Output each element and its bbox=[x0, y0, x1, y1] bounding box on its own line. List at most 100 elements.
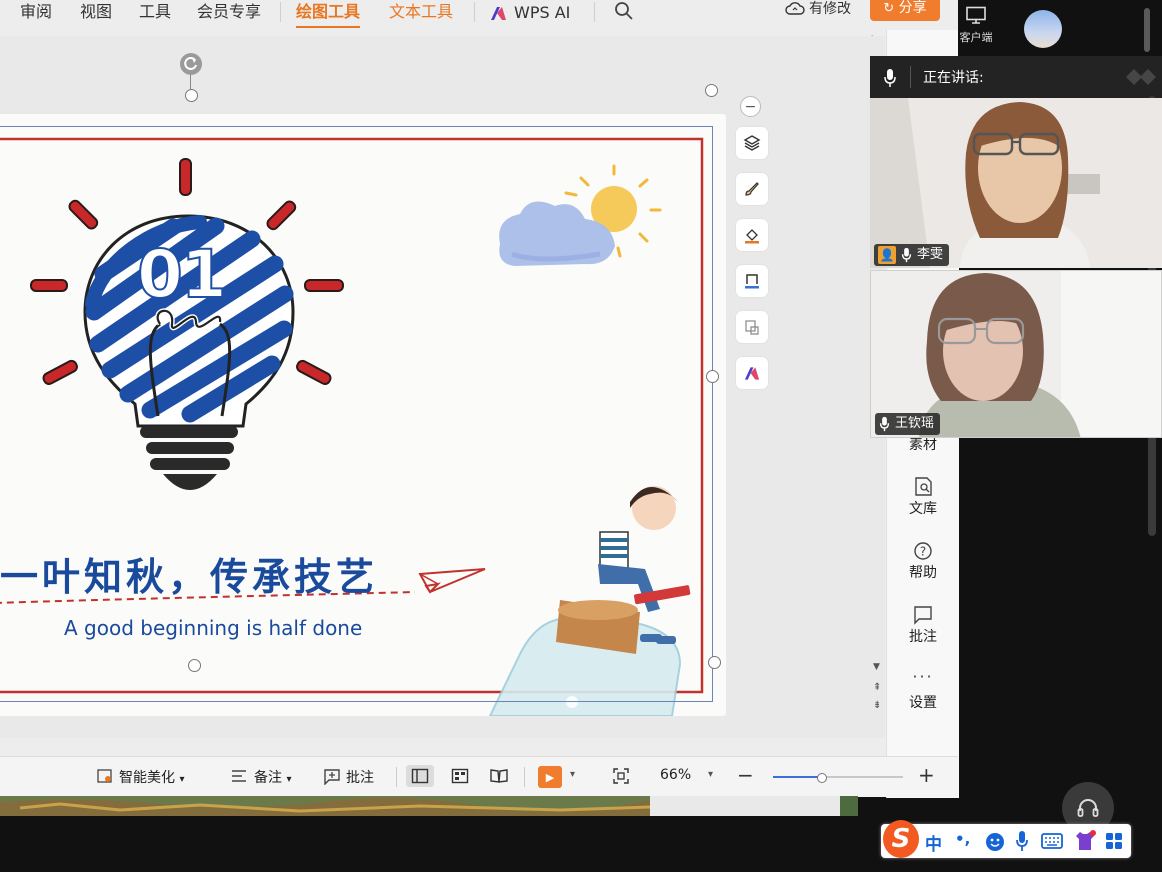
tab-tools[interactable]: 工具 bbox=[139, 0, 171, 26]
ime-toolbar: S 中 •, bbox=[881, 820, 1131, 858]
status-bar: 智能美化 ▾ 备注 ▾ 批注 ▶ ▾ 66% ▾ − + bbox=[0, 756, 958, 797]
microphone-icon bbox=[884, 69, 896, 87]
status-divider bbox=[396, 767, 397, 787]
participant-label: 👤 李雯 bbox=[874, 244, 950, 266]
ribbon-divider bbox=[280, 2, 281, 22]
fit-window-button[interactable] bbox=[610, 765, 632, 787]
reading-view-button[interactable] bbox=[488, 765, 510, 787]
ribbon-divider bbox=[594, 2, 595, 22]
search-icon[interactable] bbox=[614, 1, 634, 21]
book-icon bbox=[490, 769, 508, 783]
resize-handle-bottom-right[interactable] bbox=[708, 656, 721, 669]
notes-icon bbox=[228, 765, 250, 787]
ime-punctuation[interactable]: •, bbox=[955, 830, 970, 848]
pane-item-label: 帮助 bbox=[909, 565, 937, 581]
pane-item-comment[interactable]: 批注 bbox=[887, 604, 959, 646]
client-button[interactable]: 客户端 bbox=[958, 6, 994, 45]
pane-item-label: 设置 bbox=[909, 695, 937, 711]
wps-ai-icon bbox=[744, 366, 760, 380]
participant-name: 李雯 bbox=[917, 247, 944, 262]
tab-review[interactable]: 审阅 bbox=[20, 0, 52, 26]
pane-item-settings[interactable]: ··· 设置 bbox=[887, 669, 959, 712]
participant-tile[interactable]: 王钦瑶 bbox=[870, 270, 1162, 438]
speaking-bar: 正在讲话: bbox=[870, 56, 1162, 98]
wps-ai-icon bbox=[491, 6, 506, 20]
slide-canvas: 01 一叶知秋，传承技艺 A good beginning is half do… bbox=[0, 36, 885, 738]
tab-text-tools[interactable]: 文本工具 bbox=[389, 0, 453, 26]
emoji-icon[interactable] bbox=[985, 832, 1005, 852]
pane-item-label: 素材 bbox=[909, 437, 937, 453]
share-icon: ↻ bbox=[883, 1, 895, 16]
beautify-icon bbox=[94, 765, 116, 787]
skin-shirt-icon[interactable] bbox=[1073, 830, 1097, 852]
scroll-down-icon[interactable]: ▼ bbox=[873, 662, 880, 672]
share-button[interactable]: ↻ 分享 bbox=[870, 0, 940, 21]
chevron-down-icon[interactable]: ▾ bbox=[570, 769, 575, 780]
resize-handle-top[interactable] bbox=[185, 89, 198, 102]
participant-tile[interactable]: 👤 李雯 bbox=[870, 98, 1162, 268]
rotate-handle-icon[interactable] bbox=[179, 52, 203, 76]
host-icon: 👤 bbox=[878, 246, 896, 264]
zoom-level[interactable]: 66% bbox=[660, 767, 691, 783]
resize-handle-bottom[interactable] bbox=[188, 659, 201, 672]
slide-sorter-icon bbox=[451, 768, 469, 784]
keyboard-icon[interactable] bbox=[1041, 833, 1063, 849]
participant-label: 王钦瑶 bbox=[875, 413, 941, 435]
microphone-icon bbox=[901, 247, 912, 263]
tab-drawing-tools[interactable]: 绘图工具 bbox=[296, 0, 361, 28]
avatar[interactable] bbox=[1024, 10, 1062, 48]
tab-view[interactable]: 视图 bbox=[80, 0, 112, 26]
prev-slide-icon[interactable]: ⇞ bbox=[873, 682, 881, 693]
zoom-slider-fill bbox=[773, 776, 821, 778]
wps-ai-button[interactable] bbox=[736, 357, 768, 389]
sogou-logo-icon[interactable]: S bbox=[883, 820, 919, 858]
add-comment-icon bbox=[321, 765, 343, 787]
monitor-icon bbox=[966, 6, 986, 24]
brush-icon bbox=[745, 182, 759, 196]
zoom-slider[interactable] bbox=[773, 773, 903, 783]
zoom-slider-handle[interactable] bbox=[817, 773, 827, 783]
selection-frame bbox=[0, 126, 713, 702]
wps-ai-label: WPS AI bbox=[514, 3, 571, 22]
share-label: 分享 bbox=[898, 0, 927, 16]
participant-name: 王钦瑶 bbox=[895, 416, 935, 431]
chevron-down-icon: ▾ bbox=[179, 774, 185, 785]
library-icon bbox=[915, 477, 932, 496]
pane-item-library[interactable]: 文库 bbox=[887, 476, 959, 518]
slide-sorter-button[interactable] bbox=[449, 765, 471, 787]
meeting-scrollbar[interactable] bbox=[1144, 8, 1150, 52]
header-divider bbox=[910, 66, 911, 88]
tab-member[interactable]: 会员专享 bbox=[197, 0, 261, 26]
notes-label: 备注 bbox=[254, 770, 282, 786]
pane-item-help[interactable]: ? 帮助 bbox=[887, 540, 959, 582]
next-slide-icon[interactable]: ⇟ bbox=[873, 700, 881, 711]
resize-handle-top-right[interactable] bbox=[705, 84, 718, 97]
resize-handle-right[interactable] bbox=[706, 370, 719, 383]
brush-button[interactable] bbox=[736, 173, 768, 205]
minus-icon[interactable]: − bbox=[740, 96, 761, 117]
ribbon-divider bbox=[474, 2, 475, 22]
border-button[interactable] bbox=[736, 265, 768, 297]
zoom-in-button[interactable]: + bbox=[918, 763, 935, 787]
headset-icon bbox=[1077, 799, 1099, 817]
fill-button[interactable] bbox=[736, 219, 768, 251]
beautify-button[interactable]: 智能美化 ▾ bbox=[119, 767, 184, 787]
notes-button[interactable]: 备注 ▾ bbox=[254, 767, 291, 787]
comment-button[interactable]: 批注 bbox=[346, 767, 374, 787]
tab-wps-ai[interactable]: WPS AI bbox=[489, 0, 570, 26]
layers-button[interactable] bbox=[736, 127, 768, 159]
play-button[interactable]: ▶ bbox=[538, 766, 562, 788]
shape-button[interactable] bbox=[736, 311, 768, 343]
ime-language[interactable]: 中 bbox=[925, 830, 942, 855]
cloud-icon bbox=[785, 2, 805, 15]
normal-view-button[interactable] bbox=[406, 765, 434, 787]
participant-video bbox=[870, 98, 1162, 268]
beautify-label: 智能美化 bbox=[119, 770, 175, 786]
toolbox-grid-icon[interactable] bbox=[1105, 832, 1123, 850]
chevron-down-icon[interactable]: ▾ bbox=[708, 769, 713, 780]
microphone-icon[interactable] bbox=[1015, 830, 1029, 852]
zoom-out-button[interactable]: − bbox=[737, 763, 754, 787]
background-strip bbox=[0, 796, 858, 816]
microphone-icon bbox=[879, 416, 890, 432]
save-status[interactable]: 有修改 bbox=[785, 0, 851, 18]
